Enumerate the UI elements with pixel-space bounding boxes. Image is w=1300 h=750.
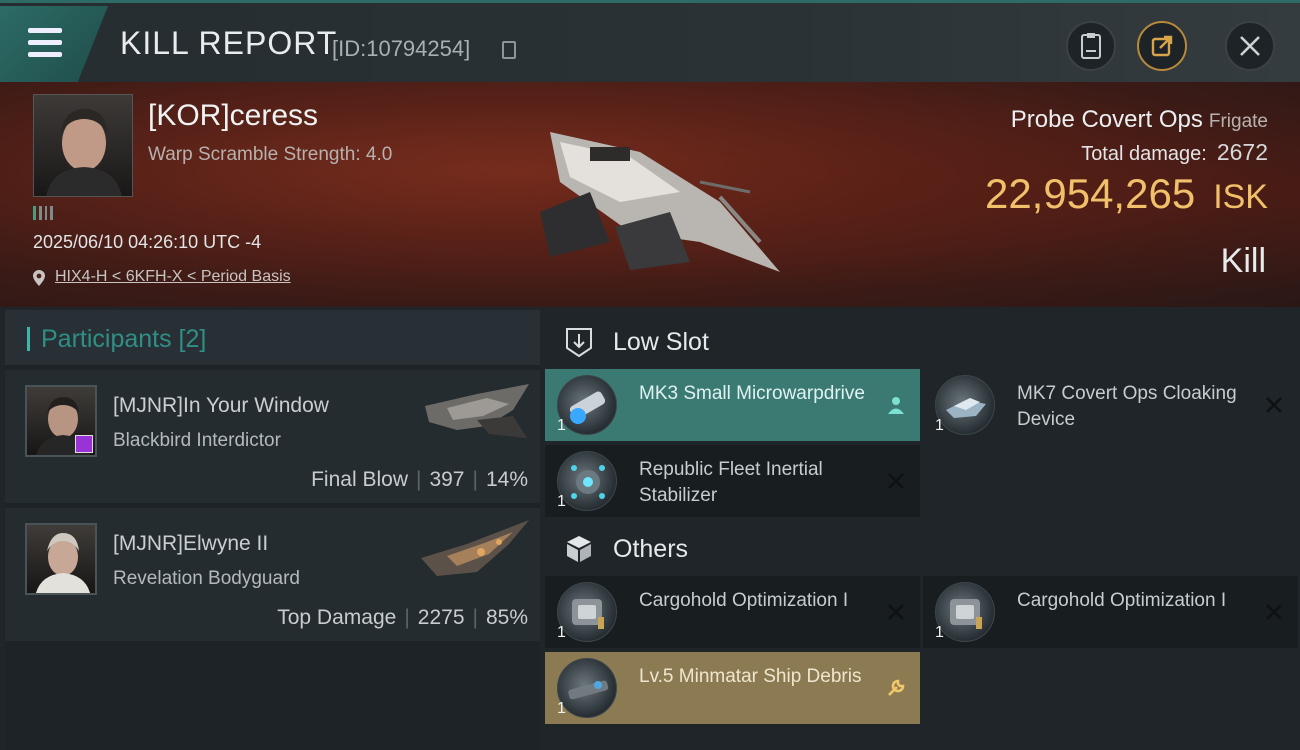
participant-blow-label: Final Blow: [311, 468, 408, 491]
total-damage: Total damage: 2672: [1081, 139, 1268, 166]
cube-icon: [567, 536, 591, 562]
participants-panel: Participants [2] [MJNR]In Your Window Bl…: [5, 310, 540, 750]
victim-name[interactable]: [KOR]ceress: [148, 99, 318, 133]
participant-stats: Top Damage | 2275 | 85%: [277, 606, 528, 629]
participant-card[interactable]: [MJNR]In Your Window Blackbird Interdict…: [5, 370, 540, 503]
report-id: [ID:10794254]: [332, 36, 471, 61]
low-slot-title: Low Slot: [613, 328, 709, 356]
ship-name-text[interactable]: Probe Covert Ops: [1011, 106, 1203, 133]
kill-datetime: 2025/06/10 04:26:10 UTC -4: [33, 232, 262, 252]
total-damage-label: Total damage:: [1081, 143, 1207, 165]
module-icon: [557, 582, 617, 642]
menu-button[interactable]: [0, 6, 108, 82]
participants-title: Participants [2]: [41, 325, 207, 353]
module-icon: [557, 658, 617, 718]
module-quantity: 1: [557, 417, 566, 434]
participant-avatar[interactable]: [25, 385, 97, 457]
module-name: Republic Fleet Inertial Stabilizer: [639, 459, 823, 506]
module-quantity: 1: [557, 493, 566, 510]
module-name: MK3 Small Microwarpdrive: [639, 383, 865, 404]
module-quantity: 1: [935, 417, 944, 434]
module-item[interactable]: 1 Lv.5 Minmatar Ship Debris: [545, 652, 920, 724]
page-title: KILL REPORT: [120, 25, 338, 61]
header-bar: KILL REPORT [ID:10794254]: [0, 0, 1300, 82]
module-icon: [557, 451, 617, 511]
module-quantity: 1: [557, 700, 566, 717]
module-name: Cargohold Optimization I: [639, 590, 849, 611]
dropped-person-icon: [888, 397, 904, 414]
module-item[interactable]: 1 Republic Fleet Inertial Stabilizer: [545, 445, 920, 517]
module-icon: [557, 375, 617, 435]
module-icon: [935, 582, 995, 642]
fitting-panel: Low Slot 1 MK3 Small Microwarpdrive 1 MK…: [545, 310, 1300, 750]
menu-icon: [28, 40, 62, 45]
victim-ship-name: Probe Covert Ops Frigate: [1011, 106, 1268, 134]
victim-banner: [KOR]ceress Warp Scramble Strength: 4.0 …: [0, 82, 1300, 307]
share-icon: [1151, 35, 1173, 57]
isk-unit: ISK: [1213, 178, 1268, 216]
participant-ship-image: [425, 384, 529, 438]
role-badge-icon: [75, 435, 93, 453]
module-icon: [935, 375, 995, 435]
kill-type: Kill: [1220, 242, 1266, 280]
isk-value: 22,954,265 ISK: [985, 170, 1268, 218]
module-name: Cargohold Optimization I: [1017, 590, 1227, 611]
participant-name[interactable]: [MJNR]Elwyne II: [113, 532, 268, 556]
menu-icon: [28, 28, 62, 33]
low-slot-icon: [566, 328, 592, 358]
clipboard-button[interactable]: [1066, 21, 1116, 71]
ship-class: Frigate: [1208, 111, 1268, 132]
victim-avatar[interactable]: [33, 94, 133, 197]
destroyed-x-icon: [888, 473, 904, 489]
module-item[interactable]: 1 MK7 Covert Ops Cloaking Device: [923, 369, 1298, 441]
corp-tag-icon: [33, 206, 73, 220]
wrench-icon: [888, 679, 905, 696]
location-pin-icon: [33, 270, 45, 286]
kill-report-window: KILL REPORT [ID:10794254] [KOR]ceress Wa…: [0, 0, 1300, 750]
module-quantity: 1: [935, 624, 944, 641]
participant-damage: 2275: [417, 606, 465, 629]
module-item[interactable]: 1 Cargohold Optimization I: [545, 576, 920, 648]
module-item[interactable]: 1 Cargohold Optimization I: [923, 576, 1298, 648]
accent-bar: [27, 327, 30, 351]
close-icon: [1240, 36, 1260, 56]
total-damage-value: 2672: [1216, 139, 1268, 165]
victim-ship-image: [540, 132, 780, 272]
participants-header: Participants [2]: [5, 310, 540, 365]
low-slot-header: Low Slot: [545, 314, 1300, 369]
module-name: Lv.5 Minmatar Ship Debris: [639, 666, 862, 687]
module-item[interactable]: 1 MK3 Small Microwarpdrive: [545, 369, 920, 441]
participant-blow-label: Top Damage: [277, 606, 397, 629]
participant-ship: Blackbird Interdictor: [113, 430, 281, 451]
destroyed-x-icon: [888, 604, 904, 620]
participant-ship: Revelation Bodyguard: [113, 568, 300, 589]
share-button[interactable]: [1137, 21, 1187, 71]
warp-scramble-strength: Warp Scramble Strength: 4.0: [148, 144, 393, 165]
clipboard-icon: [1081, 33, 1101, 59]
copy-icon[interactable]: [502, 41, 516, 59]
participant-percent: 14%: [485, 468, 528, 491]
participant-avatar[interactable]: [25, 523, 97, 595]
destroyed-x-icon: [1266, 397, 1282, 413]
others-header: Others: [545, 521, 1300, 576]
module-quantity: 1: [557, 624, 566, 641]
menu-icon: [28, 52, 62, 57]
participant-ship-image: [421, 520, 529, 576]
destroyed-x-icon: [1266, 604, 1282, 620]
isk-amount: 22,954,265: [984, 170, 1196, 217]
others-title: Others: [613, 535, 689, 563]
participant-stats: Final Blow | 397 | 14%: [311, 468, 528, 491]
participant-damage: 397: [429, 468, 465, 491]
kill-location-link[interactable]: HIX4-H < 6KFH-X < Period Basis: [55, 268, 291, 286]
close-button[interactable]: [1225, 21, 1275, 71]
participant-name[interactable]: [MJNR]In Your Window: [113, 394, 329, 418]
participant-card[interactable]: [MJNR]Elwyne II Revelation Bodyguard Top…: [5, 508, 540, 641]
module-name: MK7 Covert Ops Cloaking Device: [1017, 383, 1237, 430]
participant-percent: 85%: [485, 606, 528, 629]
